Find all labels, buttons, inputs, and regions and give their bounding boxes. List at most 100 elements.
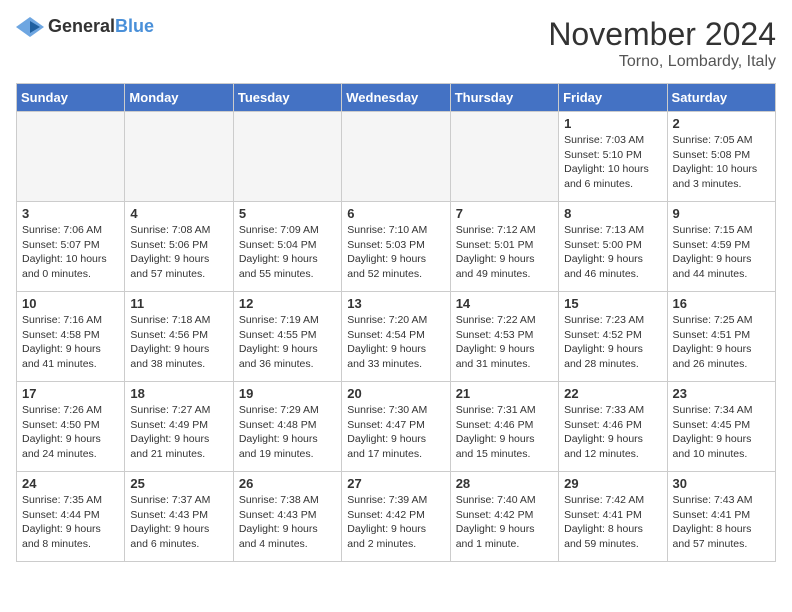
day-number: 15 — [564, 296, 661, 311]
calendar-cell: 5 Sunrise: 7:09 AM Sunset: 5:04 PM Daylig… — [233, 202, 341, 292]
calendar-cell: 1 Sunrise: 7:03 AM Sunset: 5:10 PM Daylig… — [559, 112, 667, 202]
calendar-cell: 28 Sunrise: 7:40 AM Sunset: 4:42 PM Dayli… — [450, 472, 558, 562]
calendar-cell: 27 Sunrise: 7:39 AM Sunset: 4:42 PM Dayli… — [342, 472, 450, 562]
day-number: 11 — [130, 296, 227, 311]
calendar-cell: 6 Sunrise: 7:10 AM Sunset: 5:03 PM Daylig… — [342, 202, 450, 292]
day-number: 19 — [239, 386, 336, 401]
day-number: 27 — [347, 476, 444, 491]
calendar-cell: 10Sunrise: 7:16 AM Sunset: 4:58 PM Dayli… — [17, 292, 125, 382]
day-info: Sunrise: 7:20 AM Sunset: 4:54 PM Dayligh… — [347, 313, 444, 372]
day-info: Sunrise: 7:38 AM Sunset: 4:43 PM Dayligh… — [239, 493, 336, 552]
day-number: 4 — [130, 206, 227, 221]
day-info: Sunrise: 7:13 AM Sunset: 5:00 PM Dayligh… — [564, 223, 661, 282]
calendar-cell: 26 Sunrise: 7:38 AM Sunset: 4:43 PM Dayli… — [233, 472, 341, 562]
location-title: Torno, Lombardy, Italy — [548, 53, 776, 71]
day-number: 24 — [22, 476, 119, 491]
calendar-week-3: 10Sunrise: 7:16 AM Sunset: 4:58 PM Dayli… — [17, 292, 776, 382]
day-info: Sunrise: 7:12 AM Sunset: 5:01 PM Dayligh… — [456, 223, 553, 282]
calendar-cell: 18Sunrise: 7:27 AM Sunset: 4:49 PM Dayli… — [125, 382, 233, 472]
calendar-cell: 4 Sunrise: 7:08 AM Sunset: 5:06 PM Daylig… — [125, 202, 233, 292]
calendar-cell: 12 Sunrise: 7:19 AM Sunset: 4:55 PM Dayli… — [233, 292, 341, 382]
day-info: Sunrise: 7:19 AM Sunset: 4:55 PM Dayligh… — [239, 313, 336, 372]
day-number: 12 — [239, 296, 336, 311]
day-number: 16 — [673, 296, 770, 311]
calendar-week-4: 17Sunrise: 7:26 AM Sunset: 4:50 PM Dayli… — [17, 382, 776, 472]
day-number: 25 — [130, 476, 227, 491]
calendar-cell: 11 Sunrise: 7:18 AM Sunset: 4:56 PM Dayli… — [125, 292, 233, 382]
calendar-week-1: 1 Sunrise: 7:03 AM Sunset: 5:10 PM Daylig… — [17, 112, 776, 202]
day-number: 7 — [456, 206, 553, 221]
calendar-cell: 8 Sunrise: 7:13 AM Sunset: 5:00 PM Daylig… — [559, 202, 667, 292]
calendar-cell: 29 Sunrise: 7:42 AM Sunset: 4:41 PM Dayli… — [559, 472, 667, 562]
day-number: 5 — [239, 206, 336, 221]
calendar-cell — [125, 112, 233, 202]
calendar-cell: 3 Sunrise: 7:06 AM Sunset: 5:07 PM Daylig… — [17, 202, 125, 292]
day-number: 28 — [456, 476, 553, 491]
day-number: 17 — [22, 386, 119, 401]
day-info: Sunrise: 7:27 AM Sunset: 4:49 PM Dayligh… — [130, 403, 227, 462]
logo-icon — [16, 17, 44, 37]
day-info: Sunrise: 7:39 AM Sunset: 4:42 PM Dayligh… — [347, 493, 444, 552]
day-header-sunday: Sunday — [17, 84, 125, 112]
calendar-cell: 21Sunrise: 7:31 AM Sunset: 4:46 PM Dayli… — [450, 382, 558, 472]
day-info: Sunrise: 7:05 AM Sunset: 5:08 PM Dayligh… — [673, 133, 770, 192]
day-info: Sunrise: 7:15 AM Sunset: 4:59 PM Dayligh… — [673, 223, 770, 282]
day-info: Sunrise: 7:40 AM Sunset: 4:42 PM Dayligh… — [456, 493, 553, 552]
day-number: 14 — [456, 296, 553, 311]
calendar-table: SundayMondayTuesdayWednesdayThursdayFrid… — [16, 83, 776, 562]
day-info: Sunrise: 7:10 AM Sunset: 5:03 PM Dayligh… — [347, 223, 444, 282]
day-info: Sunrise: 7:37 AM Sunset: 4:43 PM Dayligh… — [130, 493, 227, 552]
calendar-week-5: 24 Sunrise: 7:35 AM Sunset: 4:44 PM Dayli… — [17, 472, 776, 562]
day-number: 6 — [347, 206, 444, 221]
logo: GeneralBlue — [16, 16, 154, 37]
day-number: 10 — [22, 296, 119, 311]
day-info: Sunrise: 7:18 AM Sunset: 4:56 PM Dayligh… — [130, 313, 227, 372]
day-info: Sunrise: 7:42 AM Sunset: 4:41 PM Dayligh… — [564, 493, 661, 552]
calendar-cell: 20Sunrise: 7:30 AM Sunset: 4:47 PM Dayli… — [342, 382, 450, 472]
calendar-cell: 23Sunrise: 7:34 AM Sunset: 4:45 PM Dayli… — [667, 382, 775, 472]
day-info: Sunrise: 7:09 AM Sunset: 5:04 PM Dayligh… — [239, 223, 336, 282]
calendar-cell: 9 Sunrise: 7:15 AM Sunset: 4:59 PM Daylig… — [667, 202, 775, 292]
day-header-tuesday: Tuesday — [233, 84, 341, 112]
day-header-friday: Friday — [559, 84, 667, 112]
day-info: Sunrise: 7:03 AM Sunset: 5:10 PM Dayligh… — [564, 133, 661, 192]
calendar-cell: 22Sunrise: 7:33 AM Sunset: 4:46 PM Dayli… — [559, 382, 667, 472]
day-number: 23 — [673, 386, 770, 401]
logo-text-blue: Blue — [115, 16, 154, 36]
day-info: Sunrise: 7:06 AM Sunset: 5:07 PM Dayligh… — [22, 223, 119, 282]
day-header-wednesday: Wednesday — [342, 84, 450, 112]
day-info: Sunrise: 7:08 AM Sunset: 5:06 PM Dayligh… — [130, 223, 227, 282]
calendar-cell: 16Sunrise: 7:25 AM Sunset: 4:51 PM Dayli… — [667, 292, 775, 382]
day-number: 20 — [347, 386, 444, 401]
calendar-cell — [450, 112, 558, 202]
calendar-cell: 15 Sunrise: 7:23 AM Sunset: 4:52 PM Dayli… — [559, 292, 667, 382]
day-number: 1 — [564, 116, 661, 131]
day-number: 26 — [239, 476, 336, 491]
day-number: 8 — [564, 206, 661, 221]
day-number: 29 — [564, 476, 661, 491]
day-info: Sunrise: 7:31 AM Sunset: 4:46 PM Dayligh… — [456, 403, 553, 462]
calendar-cell — [17, 112, 125, 202]
day-number: 2 — [673, 116, 770, 131]
day-number: 13 — [347, 296, 444, 311]
calendar-body: 1 Sunrise: 7:03 AM Sunset: 5:10 PM Daylig… — [17, 112, 776, 562]
month-title: November 2024 — [548, 16, 776, 53]
day-number: 3 — [22, 206, 119, 221]
calendar-cell: 24 Sunrise: 7:35 AM Sunset: 4:44 PM Dayli… — [17, 472, 125, 562]
day-number: 9 — [673, 206, 770, 221]
day-info: Sunrise: 7:23 AM Sunset: 4:52 PM Dayligh… — [564, 313, 661, 372]
page-header: GeneralBlue November 2024 Torno, Lombard… — [16, 16, 776, 71]
day-header-monday: Monday — [125, 84, 233, 112]
day-info: Sunrise: 7:22 AM Sunset: 4:53 PM Dayligh… — [456, 313, 553, 372]
calendar-cell: 30 Sunrise: 7:43 AM Sunset: 4:41 PM Dayli… — [667, 472, 775, 562]
calendar-cell: 25 Sunrise: 7:37 AM Sunset: 4:43 PM Dayli… — [125, 472, 233, 562]
calendar-cell — [233, 112, 341, 202]
calendar-cell: 19 Sunrise: 7:29 AM Sunset: 4:48 PM Dayli… — [233, 382, 341, 472]
day-info: Sunrise: 7:35 AM Sunset: 4:44 PM Dayligh… — [22, 493, 119, 552]
day-info: Sunrise: 7:43 AM Sunset: 4:41 PM Dayligh… — [673, 493, 770, 552]
day-number: 22 — [564, 386, 661, 401]
calendar-header-row: SundayMondayTuesdayWednesdayThursdayFrid… — [17, 84, 776, 112]
day-info: Sunrise: 7:29 AM Sunset: 4:48 PM Dayligh… — [239, 403, 336, 462]
day-number: 30 — [673, 476, 770, 491]
calendar-cell: 13 Sunrise: 7:20 AM Sunset: 4:54 PM Dayli… — [342, 292, 450, 382]
